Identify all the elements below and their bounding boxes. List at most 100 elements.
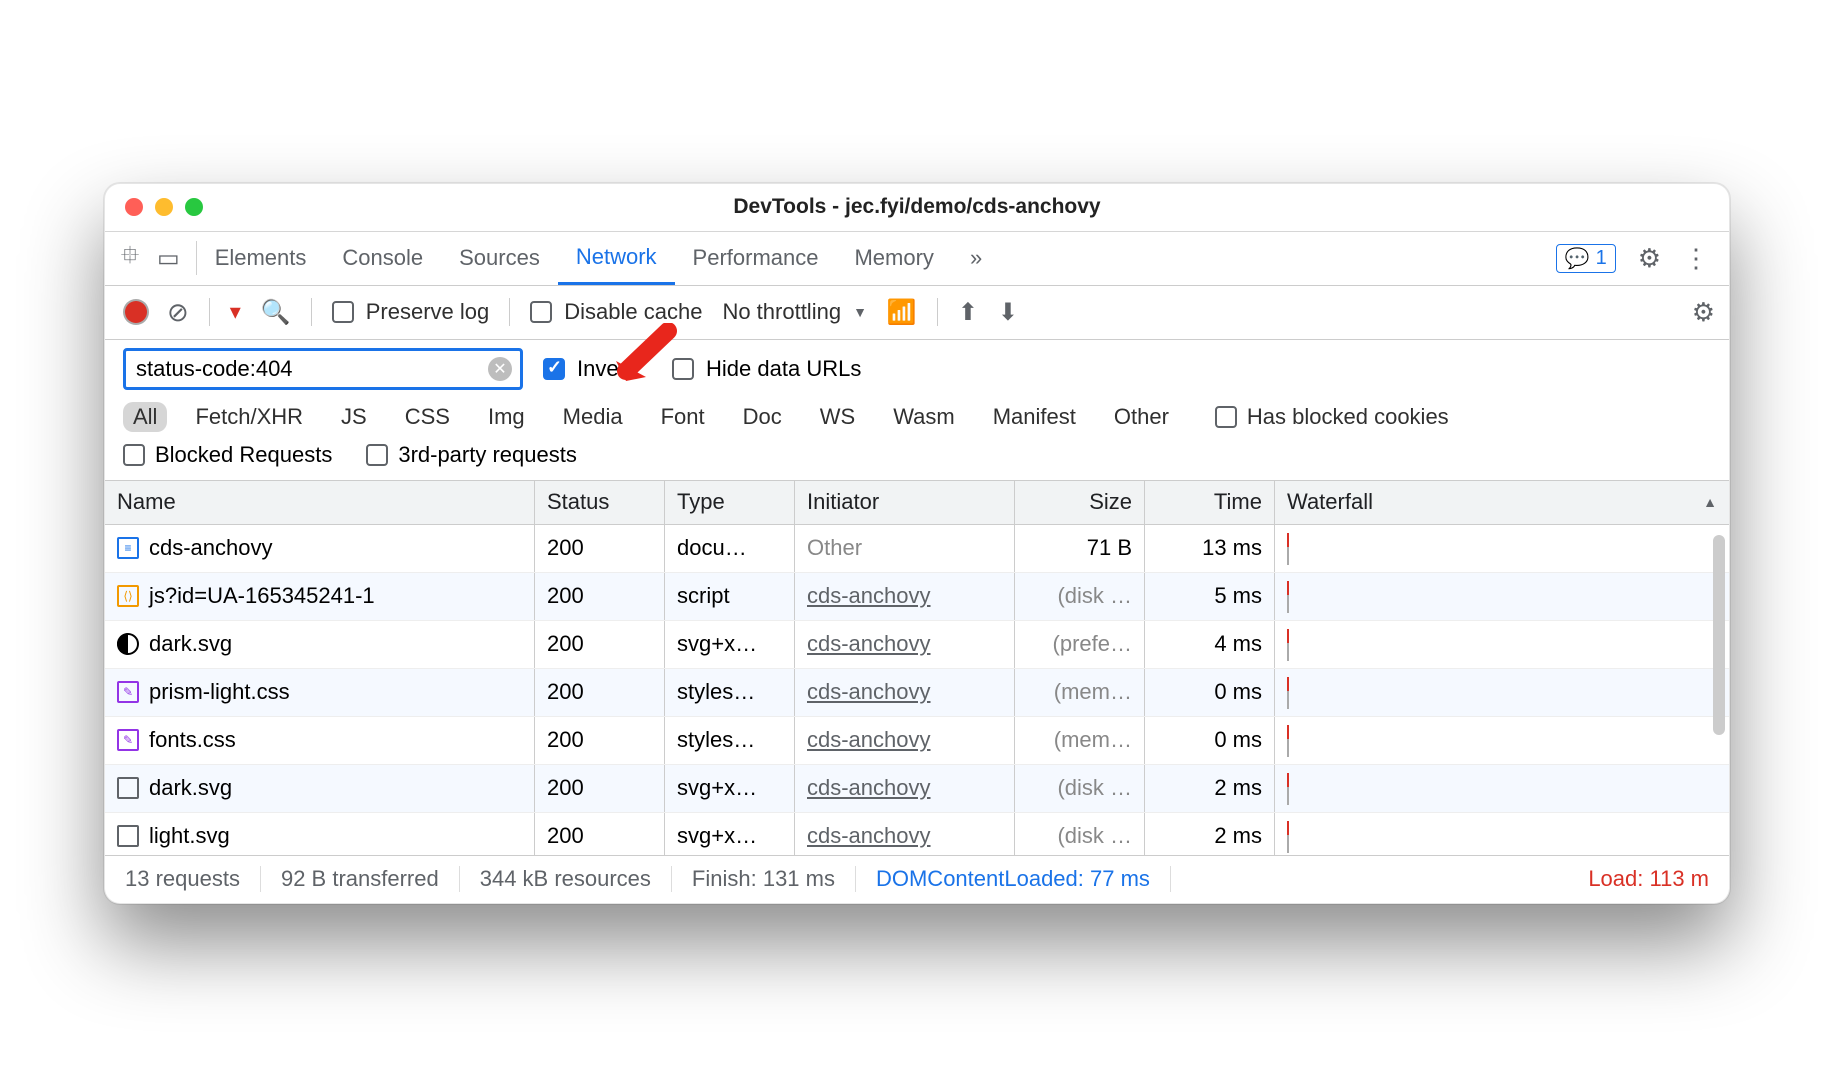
window-title: DevTools - jec.fyi/demo/cds-anchovy [105, 195, 1729, 219]
type-chip-manifest[interactable]: Manifest [983, 402, 1086, 432]
third-party-checkbox[interactable]: 3rd-party requests [366, 442, 577, 468]
request-initiator[interactable]: cds-anchovy [795, 813, 1015, 855]
col-status[interactable]: Status [535, 481, 665, 524]
preserve-log-checkbox[interactable]: Preserve log [332, 299, 490, 325]
import-har-icon[interactable]: ⬇ [998, 298, 1018, 327]
col-initiator[interactable]: Initiator [795, 481, 1015, 524]
table-row[interactable]: ⟨⟩js?id=UA-165345241-1200scriptcds-ancho… [105, 573, 1729, 621]
request-status: 200 [535, 621, 665, 668]
request-name: prism-light.css [149, 679, 290, 705]
throttling-select[interactable]: No throttling ▼ [722, 299, 866, 325]
request-size: (disk … [1015, 573, 1145, 620]
request-status: 200 [535, 525, 665, 572]
type-chip-other[interactable]: Other [1104, 402, 1179, 432]
table-row[interactable]: dark.svg200svg+x…cds-anchovy(prefe…4 ms [105, 621, 1729, 669]
close-window-button[interactable] [125, 198, 143, 216]
blocked-requests-checkbox[interactable]: Blocked Requests [123, 442, 332, 468]
blocked-requests-label: Blocked Requests [155, 442, 332, 468]
minimize-window-button[interactable] [155, 198, 173, 216]
type-chip-font[interactable]: Font [651, 402, 715, 432]
filter-input-wrapper[interactable]: ✕ [123, 348, 523, 390]
type-chip-img[interactable]: Img [478, 402, 535, 432]
maximize-window-button[interactable] [185, 198, 203, 216]
inspect-element-icon[interactable]: ⯐ [121, 238, 139, 279]
request-waterfall [1275, 813, 1729, 855]
table-row[interactable]: ✎prism-light.css200styles…cds-anchovy(me… [105, 669, 1729, 717]
tab-sources[interactable]: Sources [441, 232, 558, 285]
col-name[interactable]: Name [105, 481, 535, 524]
separator [509, 298, 510, 326]
titlebar: DevTools - jec.fyi/demo/cds-anchovy [105, 184, 1729, 232]
tab-network[interactable]: Network [558, 232, 675, 285]
table-row[interactable]: ≡cds-anchovy200docu…Other71 B13 ms [105, 525, 1729, 573]
type-chip-js[interactable]: JS [331, 402, 377, 432]
request-status: 200 [535, 765, 665, 812]
has-blocked-cookies-checkbox[interactable]: Has blocked cookies [1215, 404, 1449, 430]
search-icon[interactable]: 🔍 [261, 298, 291, 327]
disable-cache-label: Disable cache [564, 299, 702, 325]
clear-button[interactable]: ⊘ [167, 297, 189, 328]
request-status: 200 [535, 573, 665, 620]
col-time[interactable]: Time [1145, 481, 1275, 524]
request-time: 13 ms [1145, 525, 1275, 572]
issues-button[interactable]: 💬 1 [1556, 244, 1616, 273]
status-domcontentloaded: DOMContentLoaded: 77 ms [856, 866, 1171, 892]
request-initiator[interactable]: cds-anchovy [795, 765, 1015, 812]
col-waterfall[interactable]: Waterfall ▲ [1275, 481, 1729, 524]
col-size[interactable]: Size [1015, 481, 1145, 524]
type-chip-ws[interactable]: WS [810, 402, 865, 432]
settings-icon[interactable]: ⚙ [1638, 243, 1661, 274]
request-initiator[interactable]: cds-anchovy [795, 669, 1015, 716]
request-time: 4 ms [1145, 621, 1275, 668]
record-button[interactable] [125, 301, 147, 323]
request-initiator[interactable]: cds-anchovy [795, 717, 1015, 764]
request-type: svg+x… [665, 765, 795, 812]
kebab-menu-icon[interactable]: ⋮ [1683, 243, 1709, 274]
tab-elements[interactable]: Elements [197, 232, 325, 285]
request-size: (mem… [1015, 717, 1145, 764]
table-row[interactable]: light.svg200svg+x…cds-anchovy(disk …2 ms [105, 813, 1729, 855]
type-chip-css[interactable]: CSS [395, 402, 460, 432]
type-chip-doc[interactable]: Doc [733, 402, 792, 432]
request-time: 0 ms [1145, 717, 1275, 764]
network-conditions-icon[interactable]: 📶 [887, 298, 917, 327]
request-type: script [665, 573, 795, 620]
type-chip-all[interactable]: All [123, 402, 167, 432]
extra-filter-row: Blocked Requests 3rd-party requests [105, 438, 1729, 481]
tab-memory[interactable]: Memory [836, 232, 951, 285]
preserve-log-label: Preserve log [366, 299, 490, 325]
more-tabs-button[interactable]: » [952, 232, 1000, 285]
table-row[interactable]: ✎fonts.css200styles…cds-anchovy(mem…0 ms [105, 717, 1729, 765]
request-waterfall [1275, 621, 1729, 668]
has-blocked-cookies-label: Has blocked cookies [1247, 404, 1449, 430]
request-initiator[interactable]: cds-anchovy [795, 573, 1015, 620]
device-toggle-icon[interactable]: ▭ [157, 244, 180, 273]
disable-cache-checkbox[interactable]: Disable cache [530, 299, 702, 325]
sort-indicator-icon: ▲ [1703, 494, 1717, 510]
type-chip-wasm[interactable]: Wasm [883, 402, 965, 432]
scrollbar[interactable] [1713, 535, 1725, 735]
type-chip-fetchxhr[interactable]: Fetch/XHR [185, 402, 313, 432]
request-status: 200 [535, 669, 665, 716]
request-waterfall [1275, 669, 1729, 716]
img-file-icon [117, 825, 139, 847]
type-chip-media[interactable]: Media [553, 402, 633, 432]
network-settings-icon[interactable]: ⚙ [1692, 297, 1715, 328]
request-waterfall [1275, 525, 1729, 572]
hide-data-urls-checkbox[interactable]: Hide data URLs [672, 356, 861, 382]
css-file-icon: ✎ [117, 681, 139, 703]
tab-console[interactable]: Console [324, 232, 441, 285]
export-har-icon[interactable]: ⬆ [958, 298, 978, 327]
filter-input[interactable] [134, 355, 488, 383]
table-row[interactable]: dark.svg200svg+x…cds-anchovy(disk …2 ms [105, 765, 1729, 813]
clear-filter-icon[interactable]: ✕ [488, 357, 512, 381]
request-initiator[interactable]: cds-anchovy [795, 621, 1015, 668]
type-filter-row: All Fetch/XHR JS CSS Img Media Font Doc WS Wasm Ma… [105, 396, 1729, 438]
css-file-icon: ✎ [117, 729, 139, 751]
devtools-window: DevTools - jec.fyi/demo/cds-anchovy ⯐ ▭ … [104, 183, 1730, 904]
tab-performance[interactable]: Performance [675, 232, 837, 285]
request-type: svg+x… [665, 813, 795, 855]
filter-toggle-icon[interactable]: ▾ [230, 299, 241, 325]
request-type: styles… [665, 717, 795, 764]
col-type[interactable]: Type [665, 481, 795, 524]
